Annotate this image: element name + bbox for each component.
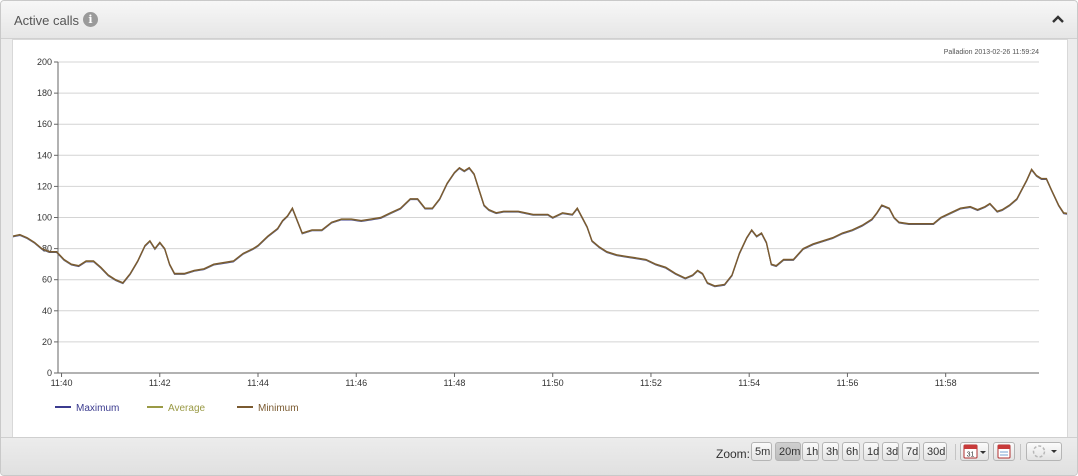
legend-label[interactable]: Maximum [76,403,119,414]
y-tick-label: 20 [42,337,52,347]
chart-watermark: Palladion 2013-02-26 11:59:24 [944,49,1039,56]
x-tick-label: 11:56 [837,378,859,388]
info-icon[interactable]: i [83,12,98,27]
y-tick-label: 40 [42,306,52,316]
calendar-dropdown-button[interactable]: 31 [960,442,989,461]
y-tick-label: 60 [42,275,52,285]
zoom-button-1d[interactable]: 1d [863,442,879,461]
x-tick-label: 11:40 [51,378,73,388]
zoom-button-6h[interactable]: 6h [842,442,860,461]
calendar-range-button[interactable] [993,442,1015,461]
toolbar-separator [1020,444,1021,460]
zoom-button-20m[interactable]: 20m [775,442,801,461]
y-tick-label: 160 [37,119,52,129]
zoom-button-3h[interactable]: 3h [822,442,839,461]
y-tick-label: 120 [37,181,52,191]
panel-title: Active calls [14,13,80,28]
y-tick-label: 180 [37,88,52,98]
panel-header: Active calls i [1,1,1077,39]
calendar-range-icon [997,444,1011,459]
refresh-icon [1032,445,1057,458]
x-tick-label: 11:46 [345,378,367,388]
zoom-button-3d[interactable]: 3d [882,442,899,461]
zoom-label: Zoom: [716,447,751,461]
toolbar-separator [955,444,956,460]
zoom-button-5m[interactable]: 5m [751,442,772,461]
series-line-minimum [12,166,1077,287]
y-tick-label: 0 [47,368,52,378]
calendar-icon: 31 [963,444,986,459]
zoom-button-1h[interactable]: 1h [802,442,819,461]
chart-area: Palladion 2013-02-26 11:59:24 0 20 40 60 80 1… [12,39,1077,438]
x-tick-label: 11:50 [542,378,564,388]
y-tick-label: 140 [37,150,52,160]
refresh-dropdown-button[interactable] [1026,442,1062,461]
x-tick-label: 11:48 [444,378,466,388]
x-tick-label: 11:52 [640,378,662,388]
zoom-button-30d[interactable]: 30d [923,442,947,461]
x-tick-label: 11:54 [738,378,760,388]
x-tick-label: 11:58 [935,378,957,388]
y-tick-label: 100 [37,213,52,223]
x-tick-label: 11:44 [247,378,269,388]
active-calls-chart: Palladion 2013-02-26 11:59:24 0204060801… [12,49,1077,414]
legend-label[interactable]: Average [168,403,206,414]
y-tick-label: 200 [37,57,52,67]
chevron-up-icon[interactable] [1051,14,1065,24]
calendar-day: 31 [967,452,975,459]
x-tick-label: 11:42 [149,378,171,388]
legend-label[interactable]: Minimum [258,403,299,414]
zoom-button-7d[interactable]: 7d [902,442,920,461]
active-calls-panel: Active calls i Palladion 2013-02-26 11:5… [0,0,1078,476]
chart-toolbar: Zoom: 5m 20m 1h 3h 6h 1d 3d 7d 30d 31 [1,437,1077,475]
